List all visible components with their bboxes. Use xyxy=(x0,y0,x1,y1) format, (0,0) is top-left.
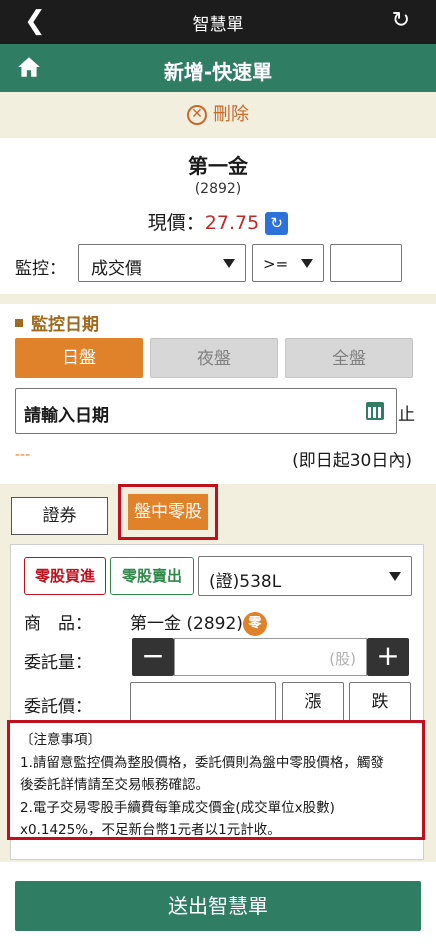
date-dashes: --- xyxy=(15,447,31,463)
monitor-label: 監控： xyxy=(15,259,66,279)
session-night-button[interactable]: 夜盤 xyxy=(150,338,278,378)
app-title: 智慧單 xyxy=(192,15,244,35)
monitor-price-input[interactable] xyxy=(330,244,402,282)
limit-up-button[interactable]: 漲 xyxy=(282,682,344,722)
quantity-label: 委託量： xyxy=(24,653,92,673)
quantity-input[interactable]: (股) xyxy=(174,638,367,676)
current-price-line: 現價：27.75 ↻ xyxy=(0,208,436,235)
notes-box: 〔注意事項〕 1.請留意監控價為整股價格，委託價則為盤中零股價格，觸發 後委託詳… xyxy=(7,720,425,840)
caret-down-icon xyxy=(223,259,235,268)
product-value: 第一金 (2892) xyxy=(130,614,243,634)
date-section-title-text: 監控日期 xyxy=(31,315,99,335)
caret-down-icon xyxy=(301,259,313,268)
monitor-operator-value: >= xyxy=(263,255,289,273)
quantity-decrease-button[interactable]: − xyxy=(132,638,174,676)
price-label: 現價： xyxy=(147,212,205,234)
odd-lot-buy-button[interactable]: 零股買進 xyxy=(24,557,106,595)
delete-label: 刪除 xyxy=(213,104,249,125)
current-price: 27.75 xyxy=(204,212,260,234)
submit-button[interactable]: 送出智慧單 xyxy=(15,881,421,931)
date-placeholder: 請輸入日期 xyxy=(24,406,109,426)
product-value-line: 第一金 (2892) 零 xyxy=(130,609,267,636)
stock-code: (2892) xyxy=(194,181,242,197)
delete-button[interactable]: ✕ 刪除 xyxy=(0,92,436,138)
reload-price-icon[interactable]: ↻ xyxy=(265,212,289,235)
monitor-field-value: 成交價 xyxy=(91,259,142,279)
tab-intraday-odd-lot-label: 盤中零股 xyxy=(128,494,208,530)
tab-intraday-odd-lot[interactable]: 盤中零股 xyxy=(118,484,218,540)
odd-lot-badge: 零 xyxy=(242,612,267,636)
quantity-increase-button[interactable]: + xyxy=(367,638,409,676)
notes-line: x0.1425%，不足新台幣1元者以1元計收。 xyxy=(20,822,281,838)
page-title: 新增-快速單 xyxy=(163,60,273,84)
calendar-icon[interactable] xyxy=(366,402,384,420)
notes-line: 2.電子交易零股手續費每筆成交價金(成交單位x股數) xyxy=(20,799,335,816)
section-divider xyxy=(0,294,436,304)
square-bullet-icon xyxy=(15,319,23,327)
date-within-note: (即日起30日內) xyxy=(292,451,412,471)
session-day-button[interactable]: 日盤 xyxy=(15,338,143,378)
order-price-label: 委託價： xyxy=(24,697,92,717)
order-price-input[interactable] xyxy=(130,682,276,722)
caret-down-icon xyxy=(389,572,401,581)
refresh-icon[interactable]: ↻ xyxy=(392,8,410,33)
notes-title: 〔注意事項〕 xyxy=(20,732,101,748)
stock-name: 第一金 xyxy=(188,154,248,178)
account-value: (證)538L xyxy=(209,572,282,592)
date-section-title: 監控日期 xyxy=(15,310,99,335)
monitor-operator-select[interactable]: >= xyxy=(252,244,324,282)
session-all-button[interactable]: 全盤 xyxy=(285,338,413,378)
close-circle-icon: ✕ xyxy=(187,105,207,125)
limit-down-button[interactable]: 跌 xyxy=(349,682,411,722)
odd-lot-sell-button[interactable]: 零股賣出 xyxy=(110,557,194,595)
page-header: 新增-快速單 xyxy=(0,44,436,92)
monitor-field-select[interactable]: 成交價 xyxy=(78,244,246,282)
tab-securities[interactable]: 證券 xyxy=(11,497,108,535)
date-input[interactable]: 請輸入日期 xyxy=(15,388,397,434)
account-select[interactable]: (證)538L xyxy=(198,556,412,596)
top-bar: ❮ 智慧單 ↻ xyxy=(0,0,436,44)
notes-line: 後委託詳情請至交易帳務確認。 xyxy=(20,777,209,793)
date-stop-label: 止 xyxy=(398,405,415,425)
product-label: 商 品： xyxy=(24,614,92,634)
notes-line: 1.請留意監控價為整股價格，委託價則為盤中零股價格，觸發 xyxy=(20,754,384,771)
